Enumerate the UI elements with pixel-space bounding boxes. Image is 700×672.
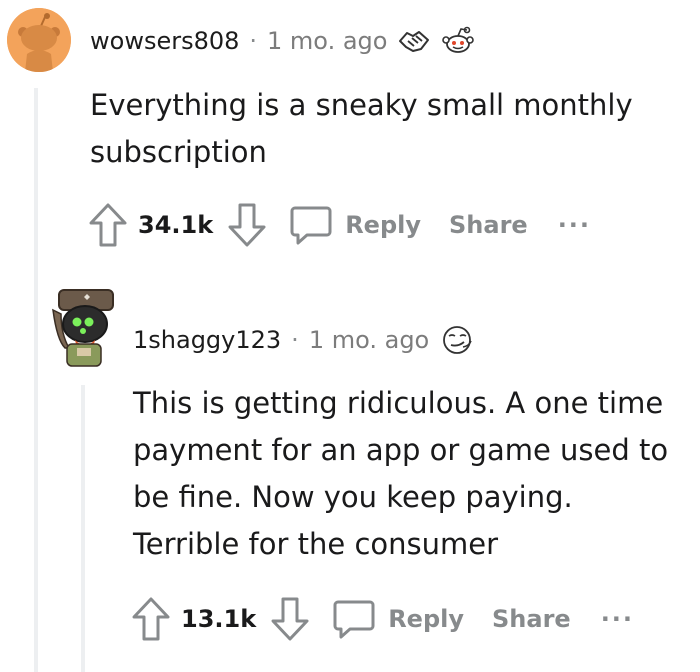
comment-meta: 1shaggy123 · 1 mo. ago	[133, 324, 475, 356]
avatar[interactable]	[47, 284, 121, 368]
share-button[interactable]: Share	[449, 211, 528, 239]
award-snoo-face-icon[interactable]	[441, 26, 475, 56]
share-button[interactable]: Share	[492, 605, 571, 633]
more-options-button[interactable]: ···	[558, 211, 591, 239]
separator-dot: ·	[249, 27, 258, 55]
upvote-icon[interactable]	[88, 202, 128, 248]
vote-count: 13.1k	[181, 605, 257, 633]
comment-bubble-icon	[290, 206, 332, 245]
award-smirk-face-icon[interactable]	[439, 324, 475, 356]
timestamp[interactable]: 1 mo. ago	[267, 27, 387, 55]
comment-bubble-icon	[333, 600, 375, 639]
comment-body: Everything is a sneaky small monthly sub…	[90, 88, 633, 169]
comment-meta: wowsers808 · 1 mo. ago	[90, 26, 475, 56]
timestamp[interactable]: 1 mo. ago	[309, 326, 429, 354]
comment-actions: 13.1k Reply Share ···	[131, 596, 634, 642]
avatar[interactable]	[7, 8, 71, 72]
thread-line-reply[interactable]	[81, 385, 85, 672]
separator-dot: ·	[291, 326, 299, 354]
upvote-icon[interactable]	[131, 596, 171, 642]
comment-body: This is getting ridiculous. A one time p…	[133, 386, 669, 561]
reply-label: Reply	[345, 211, 421, 239]
reply-button[interactable]: Reply	[332, 598, 464, 640]
downvote-icon[interactable]	[270, 596, 310, 642]
vote-count: 34.1k	[138, 211, 214, 239]
username[interactable]: wowsers808	[90, 27, 239, 55]
snoo-avatar-icon	[7, 8, 71, 72]
username[interactable]: 1shaggy123	[133, 326, 281, 354]
downvote-icon[interactable]	[227, 202, 267, 248]
thread-line-main[interactable]	[34, 88, 38, 672]
more-options-button[interactable]: ···	[601, 605, 634, 633]
award-handshake-icon[interactable]	[397, 27, 431, 55]
reply-button[interactable]: Reply	[289, 204, 421, 246]
reply-label: Reply	[388, 605, 464, 633]
robot-snoo-avatar-icon	[52, 289, 114, 367]
comment-actions: 34.1k Reply Share ···	[88, 202, 591, 248]
